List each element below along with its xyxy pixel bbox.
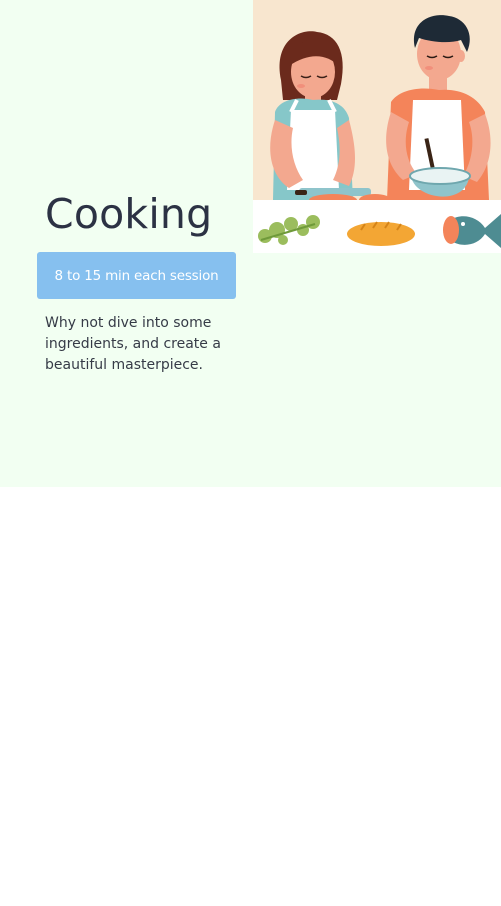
couple-cooking-icon bbox=[253, 0, 501, 253]
activity-card: Cooking 8 to 15 min each session Why not… bbox=[0, 0, 501, 487]
session-duration-button[interactable]: 8 to 15 min each session bbox=[37, 252, 236, 299]
card-description: Why not dive into some ingredients, and … bbox=[45, 315, 221, 373]
card-title: Cooking bbox=[45, 190, 213, 238]
couple-cooking-illustration bbox=[253, 0, 501, 253]
